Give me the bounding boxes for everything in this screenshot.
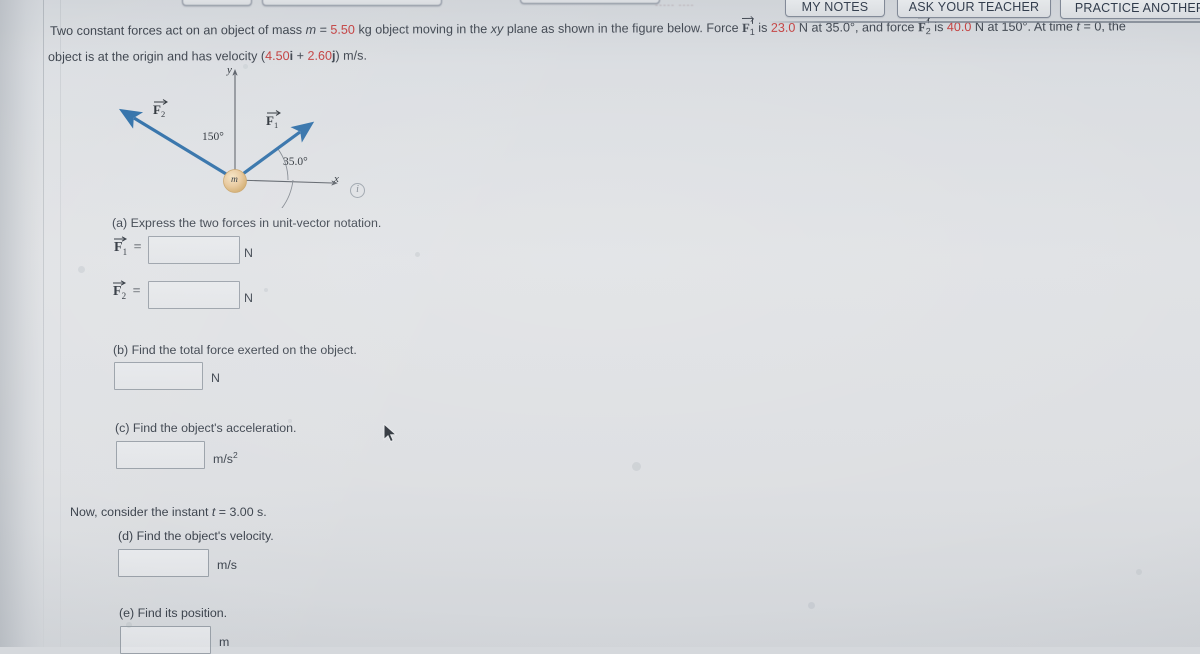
q-l1-c: plane as shown in the figure below. Forc… [503, 20, 743, 37]
info-icon[interactable]: i [350, 183, 365, 198]
part-e-input[interactable] [120, 626, 211, 654]
part-a-f1-letter: F [114, 240, 123, 255]
y-axis-label: y [227, 64, 232, 76]
ask-your-teacher-button[interactable]: ASK YOUR TEACHER [897, 0, 1051, 18]
angle-35-label: 35.0° [283, 156, 308, 168]
part-a-row-1-label: F1 = [114, 236, 142, 257]
left-panel-seam-secondary [60, 0, 61, 647]
force-f1-label: F1 [266, 110, 281, 130]
toolbar-ghost-button-1[interactable] [182, 0, 252, 6]
instant-text-a: Now, consider the instant [70, 505, 212, 519]
f2-answer-vector-arrow-icon [113, 280, 127, 286]
q-mass-value: 5.50 [330, 22, 355, 37]
part-a-f1-equals: = [133, 240, 142, 255]
part-d-unit: m/s [217, 558, 237, 572]
part-a-f2-letter: F [113, 284, 122, 299]
toolbar-faint-text: ----- ---- [655, 0, 695, 10]
part-a-f1-input[interactable] [148, 236, 240, 264]
force-vector-f2 [118, 108, 237, 182]
dust-speck-7 [1136, 569, 1142, 575]
left-panel-seam [43, 0, 44, 647]
f1-subscript: 1 [273, 120, 279, 130]
part-b-prompt: (b) Find the total force exerted on the … [113, 343, 357, 357]
part-a-prompt: (a) Express the two forces in unit-vecto… [112, 216, 382, 230]
x-axis-label: x [334, 173, 339, 185]
part-a-f2-symbol: F [113, 280, 127, 299]
mass-label: m [231, 175, 238, 185]
info-icon-glyph: i [356, 184, 359, 195]
instant-text-b: = 3.00 s. [215, 505, 267, 519]
part-d-prompt: (d) Find the object's velocity. [118, 529, 274, 543]
force-f2-label: F2 [153, 99, 168, 119]
part-c-unit-exponent: 2 [232, 450, 238, 460]
mouse-cursor [383, 423, 398, 443]
q-l1-a: Two constant forces act on an object of … [50, 22, 306, 38]
part-a-f2-equals: = [132, 284, 141, 299]
toolbar-ghost-button-3[interactable] [520, 0, 660, 4]
part-a-f1-unit: N [244, 246, 253, 260]
part-c-unit-base: m/s [213, 452, 233, 467]
part-d-input[interactable] [118, 549, 209, 577]
q-l1-b: kg object moving in the [354, 22, 491, 37]
angle-150-label: 150° [202, 131, 224, 143]
part-a-f2-unit: N [244, 291, 253, 305]
part-a-f1-symbol: F [114, 236, 128, 255]
f1-answer-vector-arrow-icon [114, 236, 128, 242]
dust-speck-2 [415, 252, 420, 257]
webassign-problem-page: MY NOTES ASK YOUR TEACHER PRACTICE ANOTH… [0, 0, 1200, 654]
practice-another-button[interactable]: PRACTICE ANOTHER [1060, 0, 1200, 19]
part-b-input[interactable] [114, 362, 203, 390]
dust-speck-1 [78, 266, 85, 273]
dust-speck-3 [264, 288, 268, 292]
q-xy-plane: xy [490, 22, 504, 37]
toolbar: MY NOTES ASK YOUR TEACHER PRACTICE ANOTH… [0, 0, 1200, 23]
part-e-prompt: (e) Find its position. [119, 606, 228, 620]
toolbar-divider [768, 21, 1200, 23]
part-c-input[interactable] [116, 441, 205, 469]
my-notes-button[interactable]: MY NOTES [785, 0, 885, 17]
f1-vector-arrow-icon [267, 110, 281, 116]
x-axis [234, 179, 338, 186]
part-a-f2-input[interactable] [148, 281, 240, 309]
f2-subscript: 2 [160, 109, 166, 119]
left-shadow-band [0, 0, 44, 647]
dust-speck-5 [632, 462, 641, 471]
q-l1-eq: = [316, 22, 331, 37]
q-mass-symbol: m [305, 22, 317, 37]
f2-vector-arrow-icon [154, 99, 168, 105]
part-a-row-2-label: F2 = [113, 280, 141, 301]
part-c-prompt: (c) Find the object's acceleration. [115, 421, 297, 435]
toolbar-ghost-button-2[interactable] [262, 0, 442, 6]
part-b-unit: N [211, 371, 220, 385]
part-a-f1-subscript: 1 [122, 247, 128, 257]
dust-speck-6 [808, 602, 815, 609]
part-c-unit: m/s2 [213, 450, 238, 466]
instant-statement: Now, consider the instant t = 3.00 s. [70, 505, 267, 519]
part-a-f2-subscript: 2 [121, 291, 127, 301]
